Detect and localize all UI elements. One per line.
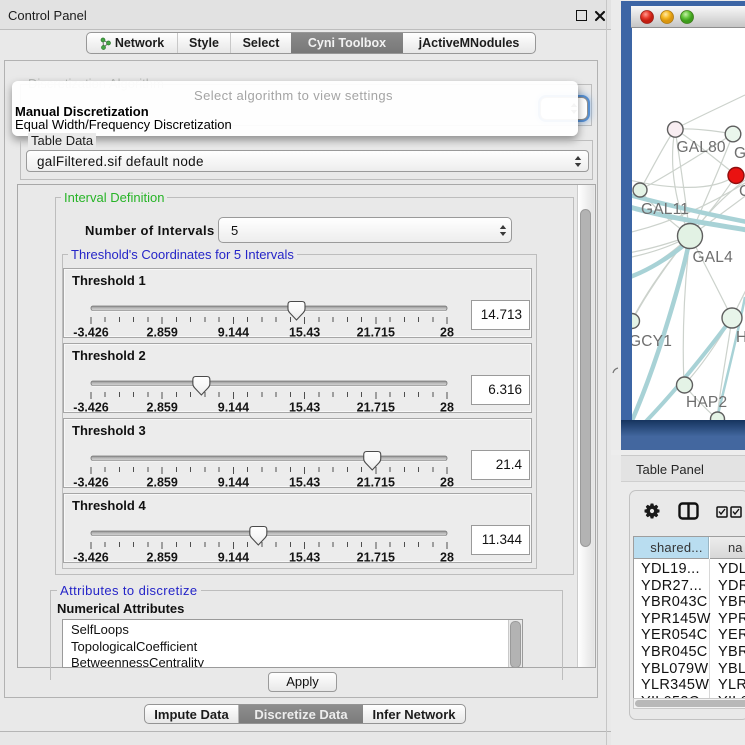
svg-text:28: 28: [440, 326, 454, 340]
svg-text:21.715: 21.715: [357, 326, 395, 340]
svg-text:HI: HI: [736, 329, 745, 346]
svg-text:HAP2: HAP2: [686, 394, 727, 411]
svg-text:GCY1: GCY1: [632, 333, 672, 350]
svg-text:GAL11: GAL11: [641, 201, 689, 218]
svg-text:GAL4: GAL4: [693, 249, 734, 266]
svg-text:9.144: 9.144: [218, 476, 249, 490]
svg-text:15.43: 15.43: [289, 326, 320, 340]
svg-text:21.715: 21.715: [357, 401, 395, 415]
svg-text:15.43: 15.43: [289, 476, 320, 490]
svg-text:2.859: 2.859: [147, 326, 178, 340]
svg-text:2.859: 2.859: [147, 476, 178, 490]
svg-text:15.43: 15.43: [289, 401, 320, 415]
svg-text:21.715: 21.715: [357, 551, 395, 565]
svg-text:-3.426: -3.426: [73, 476, 108, 490]
svg-text:9.144: 9.144: [218, 401, 249, 415]
svg-text:GAL80: GAL80: [677, 139, 726, 156]
svg-text:28: 28: [440, 476, 454, 490]
svg-text:2.859: 2.859: [147, 401, 178, 415]
svg-text:-3.426: -3.426: [73, 551, 108, 565]
svg-text:28: 28: [440, 401, 454, 415]
svg-text:GA: GA: [734, 145, 745, 162]
svg-text:-3.426: -3.426: [73, 401, 108, 415]
svg-text:CY: CY: [739, 183, 745, 200]
svg-text:15.43: 15.43: [289, 551, 320, 565]
svg-text:21.715: 21.715: [357, 476, 395, 490]
svg-text:9.144: 9.144: [218, 326, 249, 340]
svg-text:9.144: 9.144: [218, 551, 249, 565]
svg-text:28: 28: [440, 551, 454, 565]
svg-text:2.859: 2.859: [147, 551, 178, 565]
svg-text:-3.426: -3.426: [73, 326, 108, 340]
